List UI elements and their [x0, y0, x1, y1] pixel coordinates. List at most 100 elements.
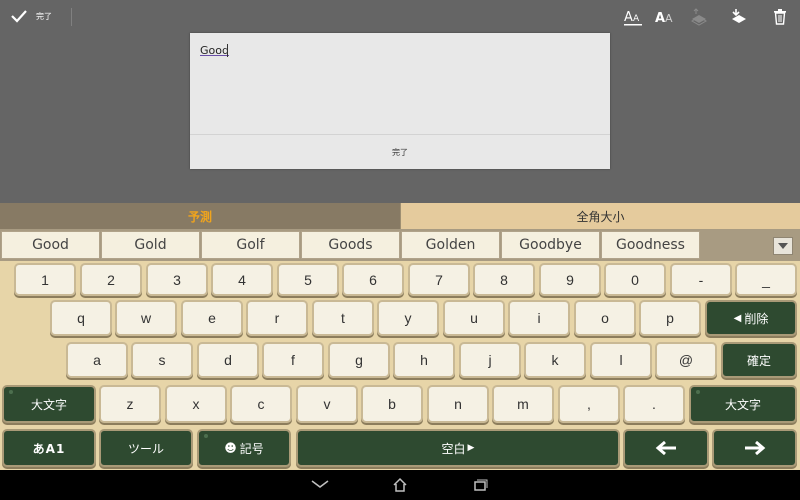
key-5[interactable]: 5	[277, 263, 339, 296]
text-size-icon[interactable]: A A	[623, 8, 643, 26]
done-action[interactable]: 完了	[10, 7, 52, 25]
candidate-item[interactable]: Goodbye	[501, 231, 600, 259]
key-b[interactable]: b	[361, 385, 423, 423]
symbol-key[interactable]: ☻ 記号	[197, 429, 291, 467]
text-caret	[227, 44, 228, 57]
key-l[interactable]: l	[590, 342, 652, 378]
svg-text:A: A	[665, 12, 673, 25]
key-1[interactable]: 1	[14, 263, 76, 296]
delete-key[interactable]: ◀ 削除	[705, 300, 797, 336]
download-tray-icon[interactable]	[728, 8, 750, 26]
action-bar: 完了 A A A A	[0, 0, 800, 34]
key-f[interactable]: f	[262, 342, 324, 378]
key-g[interactable]: g	[328, 342, 390, 378]
text-style-icon[interactable]: A A	[654, 8, 676, 26]
key-4[interactable]: 4	[211, 263, 273, 296]
trash-icon[interactable]	[772, 8, 788, 26]
key-w[interactable]: w	[115, 300, 177, 336]
done-label: 完了	[36, 11, 52, 21]
key-u[interactable]: u	[443, 300, 505, 336]
screen: 完了 A A A A Good 完了 予測 全角大小 Good Gold Gol…	[0, 0, 800, 500]
key-v[interactable]: v	[296, 385, 358, 423]
key-i[interactable]: i	[508, 300, 570, 336]
back-down-icon[interactable]	[310, 477, 330, 491]
space-label: 空白	[441, 441, 466, 456]
key-6[interactable]: 6	[342, 263, 404, 296]
key-n[interactable]: n	[427, 385, 489, 423]
key-m[interactable]: m	[492, 385, 554, 423]
cursor-right-key[interactable]	[712, 429, 797, 467]
svg-text:A: A	[633, 14, 640, 24]
keyboard-tabs: 予測 全角大小	[0, 203, 800, 229]
shift-left-key[interactable]: 大文字	[2, 385, 96, 423]
key-j[interactable]: j	[459, 342, 521, 378]
key-e[interactable]: e	[181, 300, 243, 336]
key-t[interactable]: t	[312, 300, 374, 336]
smiley-icon: ☻	[224, 441, 237, 455]
key-9[interactable]: 9	[539, 263, 601, 296]
key-r[interactable]: r	[246, 300, 308, 336]
symbol-label: 記号	[239, 441, 264, 456]
shift-left-label: 大文字	[30, 397, 67, 412]
arrow-left-icon	[655, 441, 676, 455]
arrow-right-icon	[744, 441, 765, 455]
key-o[interactable]: o	[574, 300, 636, 336]
stack-up-icon[interactable]	[688, 8, 710, 26]
shift-right-label: 大文字	[724, 397, 761, 412]
text-input-dialog: Good 完了	[190, 33, 610, 169]
key-7[interactable]: 7	[408, 263, 470, 296]
key-c[interactable]: c	[230, 385, 292, 423]
key-hyphen[interactable]: -	[670, 263, 732, 296]
space-key[interactable]: 空白 ▶	[296, 429, 620, 467]
confirm-key[interactable]: 確定	[721, 342, 797, 378]
indicator-dot	[9, 390, 13, 394]
play-arrow-icon: ▶	[467, 443, 475, 453]
candidate-item[interactable]: Goodness	[601, 231, 700, 259]
input-mode-key[interactable]: あA1	[2, 429, 96, 467]
candidate-item[interactable]: Good	[1, 231, 100, 259]
cursor-left-key[interactable]	[623, 429, 709, 467]
delete-label: 削除	[744, 311, 769, 326]
tab-prediction[interactable]: 予測	[0, 203, 400, 229]
candidate-item[interactable]: Gold	[101, 231, 200, 259]
key-a[interactable]: a	[66, 342, 128, 378]
key-0[interactable]: 0	[604, 263, 666, 296]
key-underscore[interactable]: _	[735, 263, 797, 296]
key-comma[interactable]: ,	[558, 385, 620, 423]
expand-candidates-button[interactable]	[773, 237, 793, 255]
key-z[interactable]: z	[99, 385, 161, 423]
key-d[interactable]: d	[197, 342, 259, 378]
tab-fullwidth[interactable]: 全角大小	[400, 203, 800, 229]
key-h[interactable]: h	[393, 342, 455, 378]
candidate-item[interactable]: Golf	[201, 231, 300, 259]
indicator-dot	[204, 434, 208, 438]
text-input-field[interactable]: Good	[190, 33, 610, 134]
key-s[interactable]: s	[131, 342, 193, 378]
candidate-item[interactable]: Golden	[401, 231, 500, 259]
key-q[interactable]: q	[50, 300, 112, 336]
key-x[interactable]: x	[165, 385, 227, 423]
key-y[interactable]: y	[377, 300, 439, 336]
dialog-done-button[interactable]: 完了	[190, 135, 610, 169]
candidate-item[interactable]: Goods	[301, 231, 400, 259]
app-area: 完了 A A A A Good 完了	[0, 0, 800, 203]
key-2[interactable]: 2	[80, 263, 142, 296]
system-nav-bar	[0, 470, 800, 500]
tools-key[interactable]: ツール	[99, 429, 193, 467]
svg-text:A: A	[655, 11, 665, 26]
key-period[interactable]: .	[623, 385, 685, 423]
soft-keyboard: 予測 全角大小 Good Gold Golf Goods Golden Good…	[0, 203, 800, 470]
shift-right-key[interactable]: 大文字	[689, 385, 797, 423]
recent-apps-icon[interactable]	[472, 477, 488, 493]
key-at[interactable]: @	[655, 342, 717, 378]
key-8[interactable]: 8	[473, 263, 535, 296]
check-icon	[11, 10, 27, 23]
key-p[interactable]: p	[639, 300, 701, 336]
indicator-dot	[696, 390, 700, 394]
svg-text:A: A	[624, 10, 633, 25]
toolbar-divider	[71, 8, 72, 26]
home-icon[interactable]	[392, 477, 408, 493]
key-3[interactable]: 3	[146, 263, 208, 296]
key-k[interactable]: k	[524, 342, 586, 378]
backspace-icon: ◀	[733, 312, 742, 324]
